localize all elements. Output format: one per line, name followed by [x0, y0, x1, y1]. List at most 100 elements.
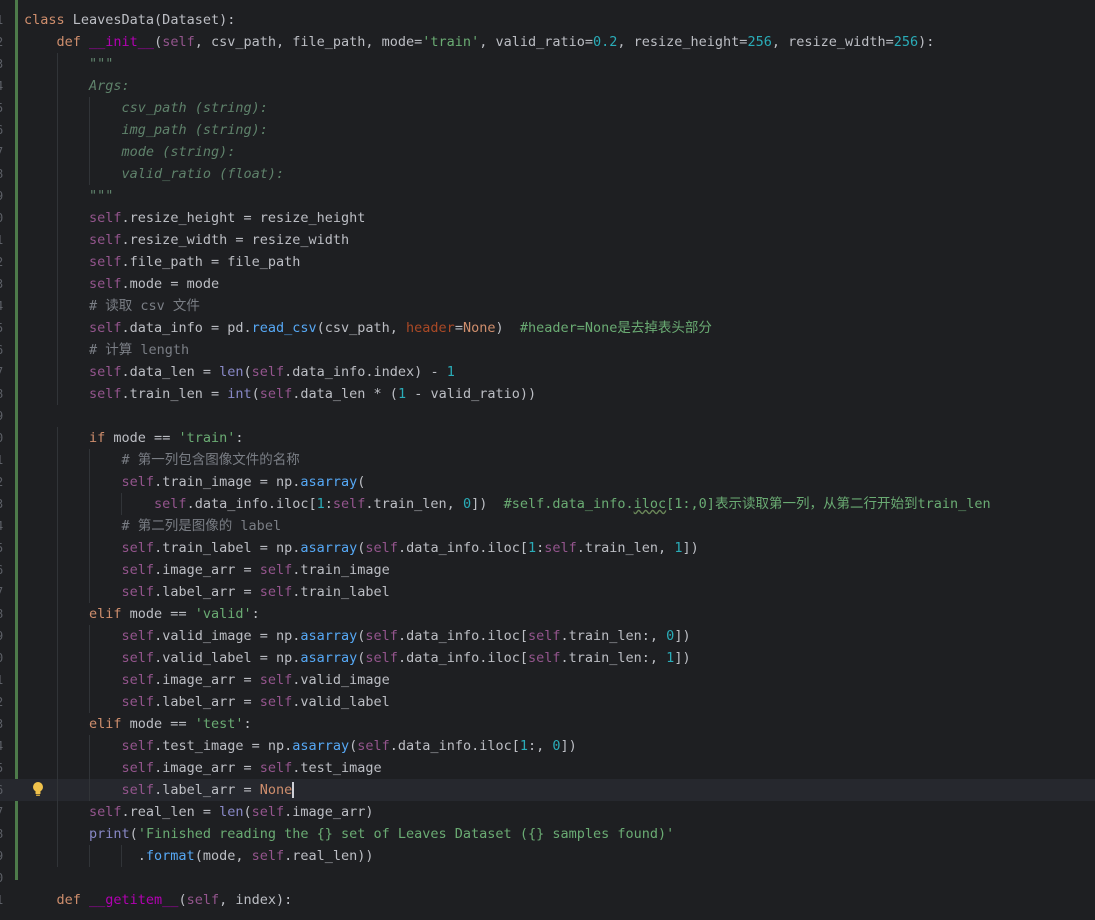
code-text[interactable]: # 第二列是图像的 label	[24, 515, 282, 537]
line-number: 9	[0, 845, 8, 867]
code-text[interactable]: elif mode == 'valid':	[24, 603, 260, 625]
code-text[interactable]: self.train_image = np.asarray(	[24, 471, 366, 493]
code-text[interactable]: .format(mode, self.real_len))	[24, 845, 374, 867]
code-line[interactable]: 3 self.data_info.iloc[1:self.train_len, …	[0, 493, 1095, 515]
code-line[interactable]: 1 self.resize_width = resize_width	[0, 229, 1095, 251]
code-text[interactable]: self.valid_image = np.asarray(self.data_…	[24, 625, 691, 647]
code-text[interactable]: def __getitem__(self, index):	[24, 889, 293, 911]
code-text[interactable]: self.data_info = pd.read_csv(csv_path, h…	[24, 317, 712, 339]
code-line[interactable]: 9 """	[0, 185, 1095, 207]
code-line[interactable]: 4 # 读取 csv 文件	[0, 295, 1095, 317]
code-line[interactable]: 0 self.valid_label = np.asarray(self.dat…	[0, 647, 1095, 669]
code-text[interactable]: """	[24, 185, 113, 207]
code-token: (	[243, 364, 252, 380]
code-text[interactable]: valid_ratio (float):	[24, 163, 285, 185]
line-number: 0	[0, 647, 8, 669]
code-line[interactable]: 1 class LeavesData(Dataset):	[0, 9, 1095, 31]
code-line[interactable]: 6 # 计算 length	[0, 339, 1095, 361]
code-text[interactable]: # 读取 csv 文件	[24, 295, 200, 317]
lightbulb-icon[interactable]	[31, 781, 45, 797]
code-line[interactable]: 9 .format(mode, self.real_len))	[0, 845, 1095, 867]
code-text[interactable]: csv_path (string):	[24, 97, 268, 119]
code-token: self	[365, 540, 398, 556]
code-line[interactable]: 4 Args:	[0, 75, 1095, 97]
code-line[interactable]: 2 self.file_path = file_path	[0, 251, 1095, 273]
code-text[interactable]: Args:	[24, 75, 130, 97]
code-line[interactable]: 1 # 第一列包含图像文件的名称	[0, 449, 1095, 471]
code-text[interactable]: class LeavesData(Dataset):	[24, 9, 235, 31]
code-line[interactable]: 4 self.test_image = np.asarray(self.data…	[0, 735, 1095, 757]
code-token: self	[259, 386, 293, 402]
code-line[interactable]: 7 mode (string):	[0, 141, 1095, 163]
code-text[interactable]: self.valid_label = np.asarray(self.data_…	[24, 647, 691, 669]
code-line[interactable]: 0 self.resize_height = resize_height	[0, 207, 1095, 229]
code-text[interactable]: self.file_path = file_path	[24, 251, 300, 273]
code-lines[interactable]: 1class LeavesData(Dataset):2 def __init_…	[0, 9, 1095, 911]
code-token: .valid_label = np.	[154, 650, 301, 666]
code-text[interactable]: img_path (string):	[24, 119, 268, 141]
code-text[interactable]: self.real_len = len(self.image_arr)	[24, 801, 374, 823]
code-line[interactable]: 2 def __init__(self, csv_path, file_path…	[0, 31, 1095, 53]
line-number: 0	[0, 207, 8, 229]
code-line[interactable]: 3 elif mode == 'test':	[0, 713, 1095, 735]
code-text[interactable]: self.resize_width = resize_width	[24, 229, 349, 251]
code-line[interactable]: 3 """	[0, 53, 1095, 75]
line-number: 7	[0, 141, 8, 163]
code-line[interactable]: 7 self.data_len = len(self.data_info.ind…	[0, 361, 1095, 383]
code-line[interactable]: 2 self.label_arr = self.valid_label	[0, 691, 1095, 713]
code-text[interactable]: self.image_arr = self.test_image	[24, 757, 382, 779]
code-text[interactable]: self.mode = mode	[24, 273, 219, 295]
code-line[interactable]: 8 valid_ratio (float):	[0, 163, 1095, 185]
code-line[interactable]: 5 self.image_arr = self.test_image	[0, 757, 1095, 779]
code-editor[interactable]: 1class LeavesData(Dataset):2 def __init_…	[0, 0, 1095, 920]
code-line[interactable]: 6 self.image_arr = self.train_image	[0, 559, 1095, 581]
code-text[interactable]: self.label_arr = self.valid_label	[24, 691, 390, 713]
code-text[interactable]: self.resize_height = resize_height	[24, 207, 365, 229]
code-text[interactable]: self.train_len = int(self.data_len * (1 …	[24, 383, 536, 405]
code-text[interactable]: self.image_arr = self.valid_image	[24, 669, 390, 691]
code-line[interactable]: 5 self.data_info = pd.read_csv(csv_path,…	[0, 317, 1095, 339]
code-text[interactable]: """	[24, 53, 113, 75]
code-line[interactable]: 3 self.mode = mode	[0, 273, 1095, 295]
code-line[interactable]: 6 self.label_arr = None	[0, 779, 1095, 801]
code-line[interactable]: 5 self.train_label = np.asarray(self.dat…	[0, 537, 1095, 559]
code-text[interactable]: def __init__(self, csv_path, file_path, …	[24, 31, 935, 53]
code-text[interactable]: self.label_arr = self.train_label	[24, 581, 390, 603]
code-line[interactable]: 0 if mode == 'train':	[0, 427, 1095, 449]
code-text[interactable]: self.data_info.iloc[1:self.train_len, 0]…	[24, 493, 991, 515]
code-text[interactable]: mode (string):	[24, 141, 236, 163]
code-text[interactable]: # 计算 length	[24, 339, 189, 361]
code-token: .data_info.iloc[	[186, 496, 317, 512]
code-line[interactable]: 9	[0, 405, 1095, 427]
code-line[interactable]: 5 csv_path (string):	[0, 97, 1095, 119]
code-line[interactable]: 8 self.train_len = int(self.data_len * (…	[0, 383, 1095, 405]
code-line[interactable]: 8 print('Finished reading the {} set of …	[0, 823, 1095, 845]
code-text[interactable]: elif mode == 'test':	[24, 713, 252, 735]
code-text[interactable]: self.image_arr = self.train_image	[24, 559, 390, 581]
code-line[interactable]: 6 img_path (string):	[0, 119, 1095, 141]
code-text[interactable]: self.train_label = np.asarray(self.data_…	[24, 537, 699, 559]
code-text[interactable]: if mode == 'train':	[24, 427, 243, 449]
code-line[interactable]: 9 self.valid_image = np.asarray(self.dat…	[0, 625, 1095, 647]
code-text[interactable]: self.test_image = np.asarray(self.data_i…	[24, 735, 577, 757]
code-line[interactable]: 1 self.image_arr = self.valid_image	[0, 669, 1095, 691]
code-text[interactable]: self.data_len = len(self.data_info.index…	[24, 361, 455, 383]
code-line[interactable]: 8 elif mode == 'valid':	[0, 603, 1095, 625]
code-token: self	[89, 254, 122, 270]
code-line[interactable]: 4 # 第二列是图像的 label	[0, 515, 1095, 537]
code-text[interactable]: # 第一列包含图像文件的名称	[24, 449, 300, 471]
code-line[interactable]: 7 self.label_arr = self.train_label	[0, 581, 1095, 603]
code-token: .data_len * (	[292, 386, 398, 402]
code-line[interactable]: 2 self.train_image = np.asarray(	[0, 471, 1095, 493]
code-line[interactable]: 1 def __getitem__(self, index):	[0, 889, 1095, 911]
code-line[interactable]: 7 self.real_len = len(self.image_arr)	[0, 801, 1095, 823]
code-text[interactable]: self.label_arr = None	[24, 779, 295, 801]
code-text[interactable]: print('Finished reading the {} set of Le…	[24, 823, 674, 845]
code-token: 1	[446, 364, 455, 380]
code-line[interactable]: 0	[0, 867, 1095, 889]
